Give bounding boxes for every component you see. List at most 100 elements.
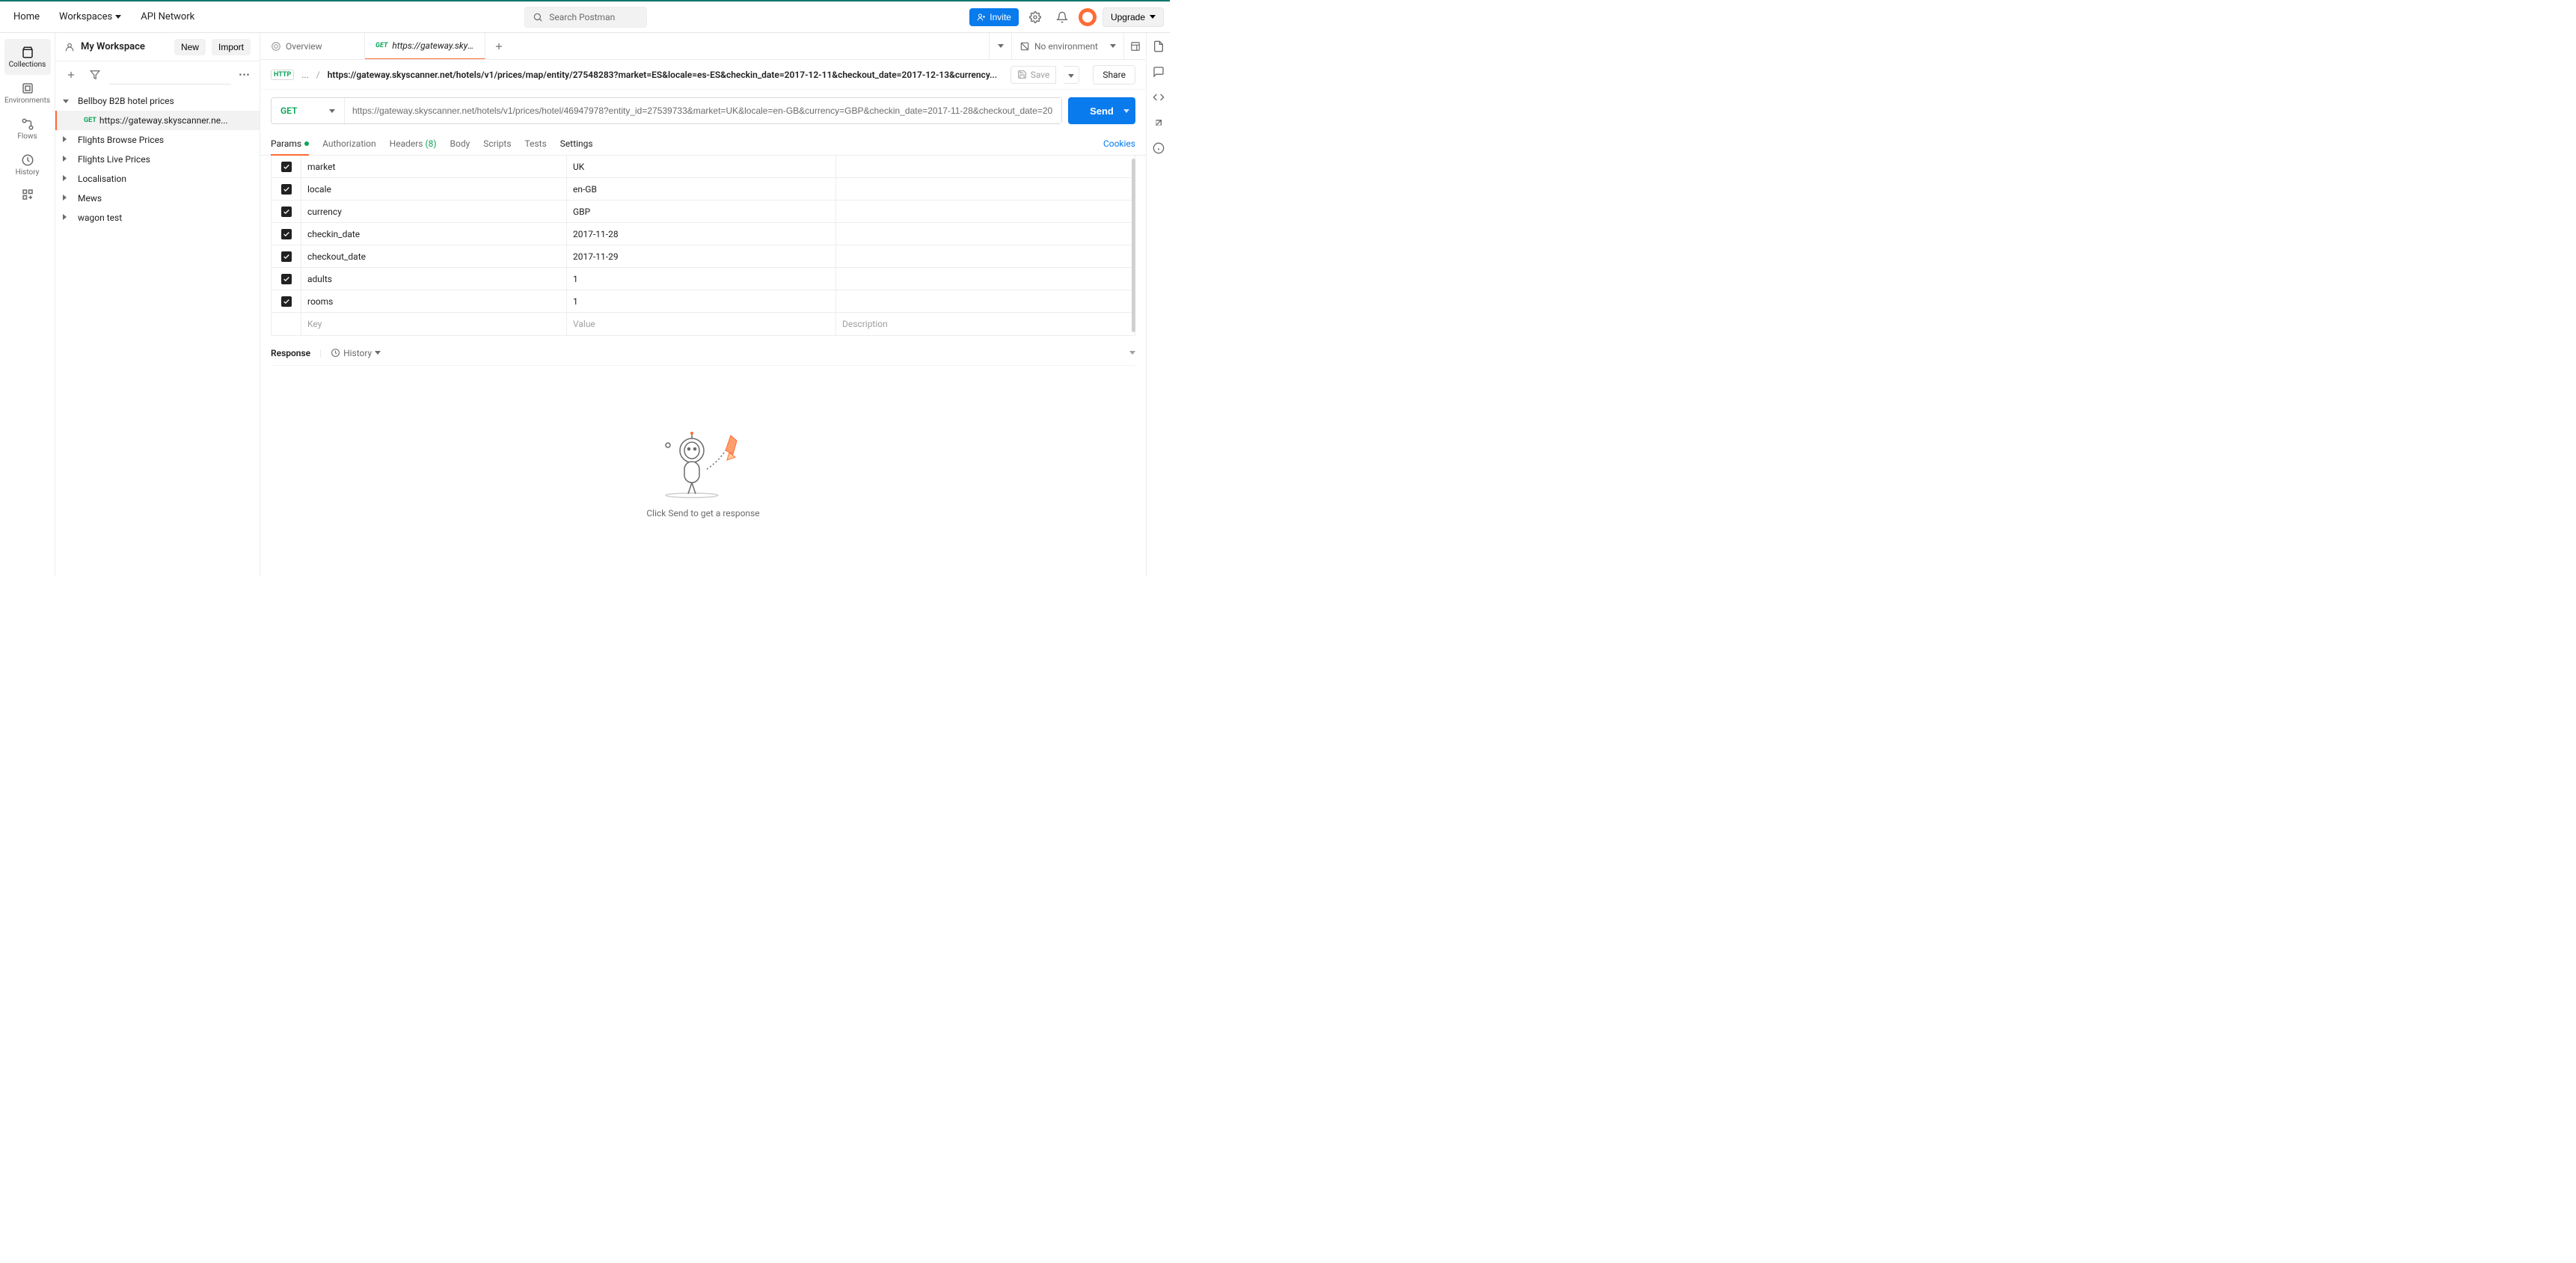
param-value-placeholder[interactable]: Value bbox=[567, 313, 836, 335]
collection-item[interactable]: wagon test bbox=[55, 208, 260, 227]
param-row: rooms1 bbox=[272, 290, 1135, 313]
param-value[interactable]: GBP bbox=[567, 201, 836, 222]
tab-authorization[interactable]: Authorization bbox=[322, 132, 376, 155]
tab-body[interactable]: Body bbox=[450, 132, 470, 155]
rail-collections[interactable]: Collections bbox=[4, 39, 51, 75]
url-input[interactable] bbox=[345, 98, 1061, 123]
param-key[interactable]: checkin_date bbox=[301, 223, 567, 245]
param-key[interactable]: currency bbox=[301, 201, 567, 222]
method-selector[interactable]: GET bbox=[272, 98, 345, 123]
tab-params[interactable]: Params bbox=[271, 132, 309, 155]
param-key[interactable]: checkout_date bbox=[301, 245, 567, 267]
nav-home[interactable]: Home bbox=[6, 7, 47, 27]
rail-history[interactable]: History bbox=[4, 147, 51, 183]
history-icon bbox=[331, 348, 340, 358]
sidebar-more-button[interactable]: ••• bbox=[236, 70, 254, 80]
tab-request[interactable]: GET https://gateway.skyscan bbox=[365, 33, 485, 59]
tab-add-button[interactable] bbox=[485, 33, 512, 59]
comments-button[interactable] bbox=[1151, 64, 1166, 79]
request-item[interactable]: GEThttps://gateway.skyscanner.ne... bbox=[55, 111, 260, 130]
sidebar-search-input[interactable] bbox=[109, 65, 231, 85]
param-description-placeholder[interactable]: Description bbox=[836, 313, 1135, 335]
breadcrumb-ellipsis[interactable]: ... bbox=[301, 70, 309, 80]
chevron-down-icon bbox=[115, 15, 121, 19]
param-key[interactable]: rooms bbox=[301, 290, 567, 312]
user-avatar[interactable] bbox=[1079, 8, 1097, 26]
chevron-down-icon bbox=[329, 109, 335, 113]
global-search[interactable]: Search Postman bbox=[524, 7, 647, 28]
doc-icon bbox=[1153, 40, 1165, 52]
collection-item[interactable]: Localisation bbox=[55, 169, 260, 189]
collection-item[interactable]: Bellboy B2B hotel prices bbox=[55, 91, 260, 111]
share-button[interactable]: Share bbox=[1093, 65, 1135, 85]
checkbox[interactable] bbox=[281, 162, 292, 172]
tab-settings[interactable]: Settings bbox=[560, 132, 593, 155]
new-button[interactable]: New bbox=[174, 39, 206, 55]
checkbox[interactable] bbox=[281, 251, 292, 262]
save-dropdown[interactable] bbox=[1064, 66, 1079, 84]
param-key[interactable]: adults bbox=[301, 268, 567, 290]
param-description[interactable] bbox=[836, 201, 1135, 222]
collection-item[interactable]: Flights Browse Prices bbox=[55, 130, 260, 150]
request-name[interactable]: https://gateway.skyscanner.net/hotels/v1… bbox=[328, 70, 1003, 80]
related-button[interactable] bbox=[1151, 115, 1166, 130]
add-collection-button[interactable] bbox=[61, 65, 81, 85]
param-key[interactable]: locale bbox=[301, 178, 567, 200]
param-value[interactable]: 2017-11-28 bbox=[567, 223, 836, 245]
environment-selector[interactable]: No environment bbox=[1011, 33, 1123, 59]
info-button[interactable] bbox=[1151, 141, 1166, 156]
notifications-button[interactable] bbox=[1052, 7, 1073, 28]
checkbox[interactable] bbox=[281, 296, 292, 307]
response-history-button[interactable]: History bbox=[331, 348, 381, 358]
param-description[interactable] bbox=[836, 223, 1135, 245]
send-button[interactable]: Send bbox=[1068, 97, 1135, 124]
settings-button[interactable] bbox=[1025, 7, 1046, 28]
rail-flows[interactable]: Flows bbox=[4, 111, 51, 147]
param-value[interactable]: en-GB bbox=[567, 178, 836, 200]
nav-api-network[interactable]: API Network bbox=[133, 7, 202, 27]
tab-overview[interactable]: Overview bbox=[260, 33, 365, 59]
param-value[interactable]: 1 bbox=[567, 290, 836, 312]
param-description[interactable] bbox=[836, 245, 1135, 267]
scrollbar[interactable] bbox=[1132, 159, 1135, 332]
collection-label: Flights Live Prices bbox=[78, 154, 150, 165]
param-description[interactable] bbox=[836, 290, 1135, 312]
tab-scripts[interactable]: Scripts bbox=[483, 132, 511, 155]
param-key[interactable]: market bbox=[301, 156, 567, 177]
cookies-link[interactable]: Cookies bbox=[1103, 138, 1135, 149]
checkbox[interactable] bbox=[281, 229, 292, 239]
nav-workspaces[interactable]: Workspaces bbox=[52, 7, 129, 27]
rail-collections-label: Collections bbox=[9, 61, 46, 69]
collection-item[interactable]: Mews bbox=[55, 189, 260, 208]
param-description[interactable] bbox=[836, 178, 1135, 200]
param-row: checkin_date2017-11-28 bbox=[272, 223, 1135, 245]
env-label: No environment bbox=[1034, 41, 1098, 52]
code-button[interactable] bbox=[1151, 90, 1166, 105]
invite-button[interactable]: Invite bbox=[969, 8, 1019, 26]
param-key-placeholder[interactable]: Key bbox=[301, 313, 567, 335]
upgrade-button[interactable]: Upgrade bbox=[1103, 7, 1164, 27]
documentation-button[interactable] bbox=[1151, 39, 1166, 54]
import-button[interactable]: Import bbox=[212, 39, 251, 55]
environments-icon bbox=[21, 82, 34, 95]
collection-label: Mews bbox=[78, 193, 102, 204]
tab-tests[interactable]: Tests bbox=[525, 132, 547, 155]
tab-headers[interactable]: Headers (8) bbox=[390, 132, 437, 155]
collection-item[interactable]: Flights Live Prices bbox=[55, 150, 260, 169]
param-description[interactable] bbox=[836, 156, 1135, 177]
tabs-dropdown[interactable] bbox=[989, 33, 1011, 59]
save-button[interactable]: Save bbox=[1011, 66, 1057, 84]
filter-button[interactable] bbox=[85, 65, 105, 85]
param-value[interactable]: 1 bbox=[567, 268, 836, 290]
env-quicklook-button[interactable] bbox=[1123, 33, 1146, 59]
checkbox[interactable] bbox=[281, 274, 292, 284]
checkbox[interactable] bbox=[281, 207, 292, 217]
param-description[interactable] bbox=[836, 268, 1135, 290]
rail-environments[interactable]: Environments bbox=[4, 75, 51, 111]
param-value[interactable]: 2017-11-29 bbox=[567, 245, 836, 267]
code-icon bbox=[1153, 91, 1165, 103]
checkbox[interactable] bbox=[281, 184, 292, 195]
response-collapse[interactable] bbox=[1129, 351, 1135, 355]
param-value[interactable]: UK bbox=[567, 156, 836, 177]
rail-more[interactable] bbox=[4, 183, 51, 207]
